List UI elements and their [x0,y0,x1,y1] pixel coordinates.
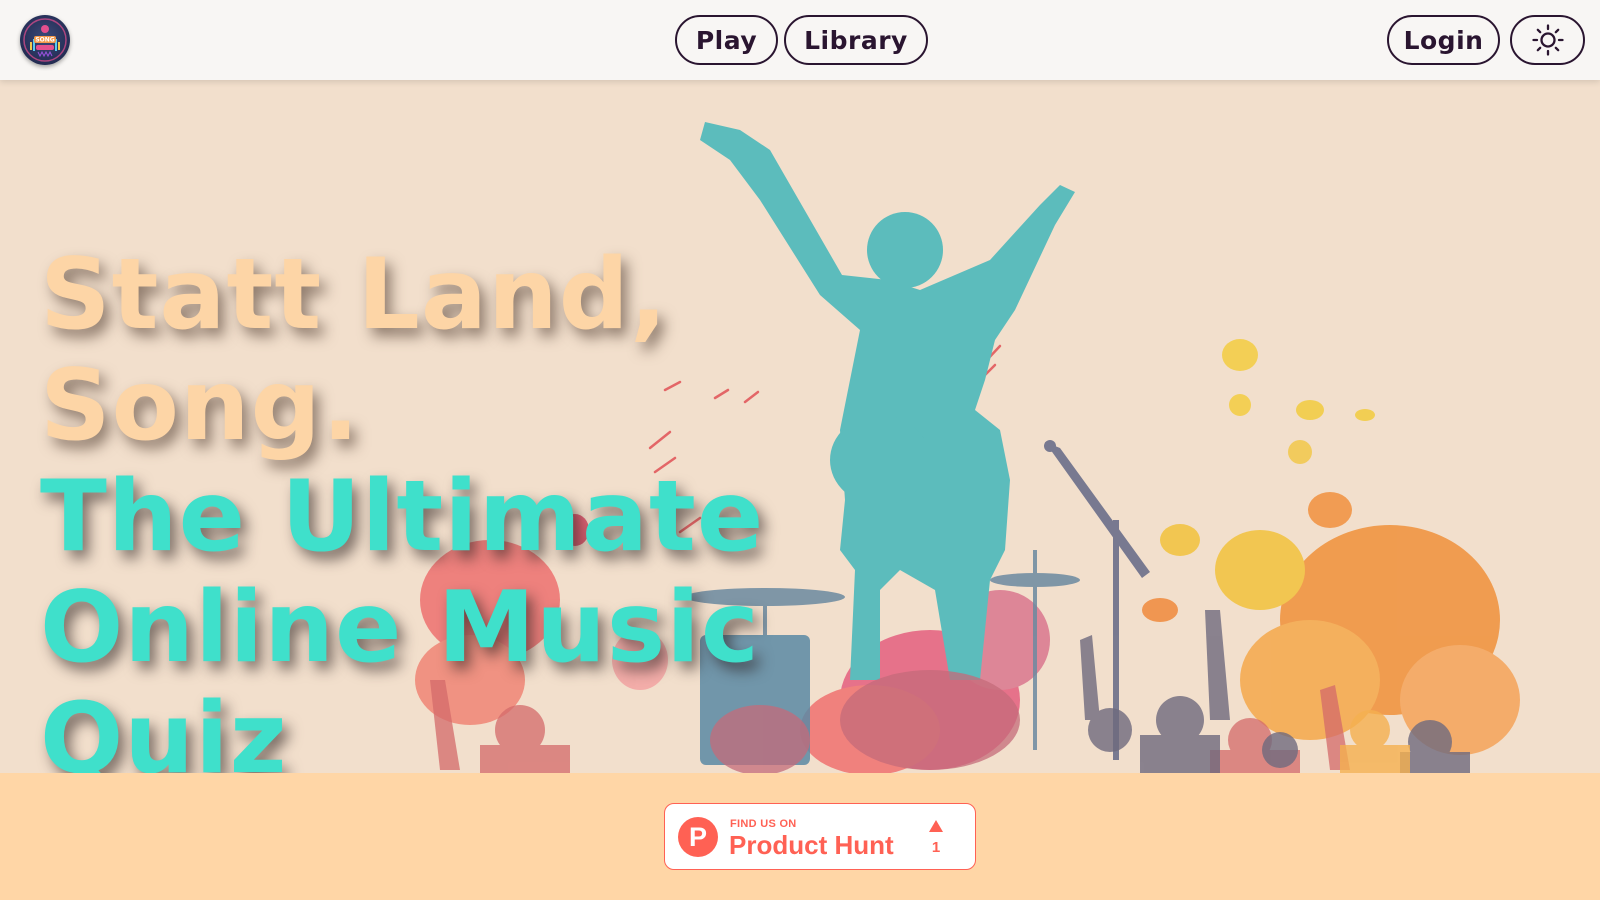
product-hunt-upvote-count: 1 [931,839,941,856]
page-footer: P FIND US ON Product Hunt 1 [0,773,1600,900]
play-button[interactable]: Play [675,15,778,65]
song-quiz-logo-icon[interactable]: SONG [20,15,70,65]
hero-title-line-2: Song. [40,349,361,463]
login-button[interactable]: Login [1387,15,1500,65]
hero-section: Statt Land, Song. The Ultimate Online Mu… [0,80,1600,773]
triangle-up-icon [929,820,943,832]
hero-subtitle-line-3: Quiz [40,682,288,774]
product-hunt-name: Product Hunt [729,830,894,860]
library-button[interactable]: Library [784,15,928,65]
hero-subtitle-line-2: Online Music [40,571,760,685]
logo-text: SONG [35,37,54,44]
hero-headline: Statt Land, Song. The Ultimate Online Mu… [40,238,860,774]
product-hunt-eyebrow: FIND US ON [730,818,797,830]
product-hunt-badge[interactable]: P FIND US ON Product Hunt 1 [664,803,976,870]
sun-icon [1531,24,1564,56]
hero-title-line-1: Statt Land, [40,238,669,352]
theme-toggle-button[interactable] [1510,15,1585,65]
top-navbar: SONG Play Library Login [0,0,1600,80]
hero-subtitle-line-1: The Ultimate [40,460,765,574]
product-hunt-logo-icon: P [678,817,718,857]
